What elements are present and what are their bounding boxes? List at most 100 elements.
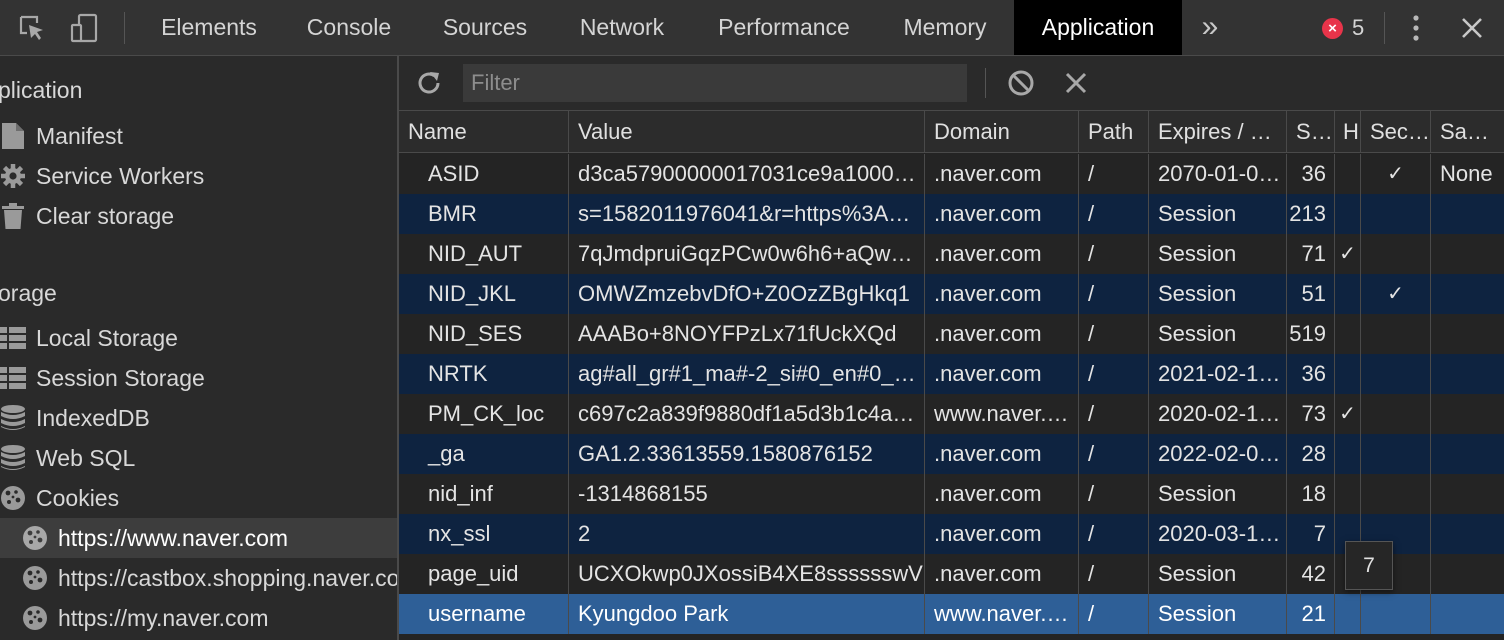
column-header-path[interactable]: Path: [1079, 111, 1149, 153]
cell-samesite: [1431, 194, 1504, 234]
table-row[interactable]: nid_inf -1314868155 .naver.com / Session 18: [399, 474, 1504, 514]
column-header-size[interactable]: Size: [1287, 111, 1335, 153]
table-row[interactable]: NID_SES AAABo+8NOYFPzLx71fUckXQd .naver.co…: [399, 314, 1504, 354]
column-header-name[interactable]: Name: [399, 111, 569, 153]
cell-samesite: [1431, 354, 1504, 394]
table-row[interactable]: username Kyungdoo Park www.naver.com / Sessi…: [399, 594, 1504, 634]
cell-name: page_uid: [399, 554, 569, 594]
cell-name: NRTK: [399, 354, 569, 394]
table-row[interactable]: PM_CK_loc c697c2a839f9880df1a5d3b1c4a8e2f…: [399, 394, 1504, 434]
column-header-domain[interactable]: Domain: [925, 111, 1079, 153]
table-row[interactable]: ASIDd3ca57900000017031ce9a10000000e5.nav…: [399, 154, 1504, 194]
cell-value: c697c2a839f9880df1a5d3b1c4a8e2f0: [569, 394, 925, 434]
cell-httponly: ✓: [1335, 234, 1361, 274]
cell-domain: www.naver.com: [925, 394, 1079, 434]
cell-value: AAABo+8NOYFPzLx71fUckXQd: [569, 314, 925, 354]
sidebar-item-label: Manifest: [36, 122, 123, 149]
tab-performance[interactable]: Performance: [696, 0, 872, 55]
column-header-expires[interactable]: Expires / Max-Age: [1149, 111, 1287, 153]
cell-size: 7: [1287, 514, 1335, 554]
sidebar-item-cookie-site-my-naver[interactable]: https://my.naver.com: [0, 598, 397, 638]
table-row[interactable]: NRTK ag#all_gr#1_ma#-2_si#0_en#0_sp#0 .nav…: [399, 354, 1504, 394]
cell-name: ASID: [399, 154, 569, 194]
sidebar-item-indexeddb[interactable]: IndexedDB: [0, 398, 397, 438]
cell-samesite: [1431, 434, 1504, 474]
device-toolbar-icon[interactable]: [66, 10, 102, 46]
cell-samesite: [1431, 234, 1504, 274]
table-row[interactable]: page_uid UCXOkwp0JXossiB4XE8sssssswV .nave…: [399, 554, 1504, 594]
close-icon[interactable]: [1454, 10, 1490, 46]
cell-tooltip: 7: [1345, 541, 1393, 590]
trash-icon: [0, 203, 26, 229]
table-row[interactable]: _ga GA1.2.33613559.1580876152 .naver.com/2…: [399, 434, 1504, 474]
cell-domain: .naver.com: [925, 434, 1079, 474]
sidebar-item-manifest[interactable]: Manifest: [0, 116, 397, 156]
sidebar-item-web-sql[interactable]: Web SQL: [0, 438, 397, 478]
table-row[interactable]: nx_ssl2.naver.com/2020-03-19T07:46:16.00…: [399, 514, 1504, 554]
table-row[interactable]: NID_AUT 7qJmdpruiGqzPCw0w6h6+aQw8Fk .naver…: [399, 234, 1504, 274]
column-header-value[interactable]: Value: [569, 111, 925, 153]
cell-domain: .naver.com: [925, 234, 1079, 274]
sidebar-item-service-workers[interactable]: Service Workers: [0, 156, 397, 196]
sidebar-item-cookie-site-naver[interactable]: https://www.naver.com: [0, 518, 397, 558]
cell-samesite: [1431, 594, 1504, 634]
sidebar-item-clear-storage[interactable]: Clear storage: [0, 196, 397, 236]
delete-selected-icon[interactable]: [1058, 65, 1094, 101]
cell-value: -1314868155: [569, 474, 925, 514]
cell-size: 36: [1287, 154, 1335, 194]
cell-httponly: ✓: [1335, 394, 1361, 434]
cell-expires: Session: [1149, 474, 1287, 514]
cell-expires: Session: [1149, 314, 1287, 354]
inspect-element-icon[interactable]: [14, 10, 50, 46]
sidebar-item-label: https://www.naver.com: [58, 524, 289, 551]
sidebar-item-session-storage[interactable]: Session Storage: [0, 358, 397, 398]
cell-name: NID_SES: [399, 314, 569, 354]
cell-size: 51: [1287, 274, 1335, 314]
table-row[interactable]: BMRs=1582011976041&r=https%3A%2F%2Fm.blo…: [399, 194, 1504, 234]
sidebar-item-label: https://my.naver.com: [58, 604, 269, 631]
column-header-httponly[interactable]: HttpOnly: [1335, 111, 1361, 153]
cell-expires: Session: [1149, 554, 1287, 594]
cell-name: NID_JKL: [399, 274, 569, 314]
cell-httponly: [1335, 434, 1361, 474]
tab-memory[interactable]: Memory: [882, 0, 1008, 55]
tab-sources[interactable]: Sources: [422, 0, 548, 55]
refresh-icon[interactable]: [411, 65, 447, 101]
cell-domain: .naver.com: [925, 354, 1079, 394]
error-count: 5: [1352, 15, 1365, 40]
grid-icon: [0, 325, 26, 351]
cell-expires: 2070-01-01T00:00:00.000Z: [1149, 154, 1287, 194]
error-count-badge[interactable]: × 5: [1322, 14, 1364, 42]
sidebar-item-label: Web SQL: [36, 444, 136, 471]
cell-samesite: [1431, 274, 1504, 314]
table-row[interactable]: NID_JKL OMWZmzebvDfO+Z0OzZBgHkq1 .naver.co…: [399, 274, 1504, 314]
tab-elements[interactable]: Elements: [140, 0, 278, 55]
cell-domain: .naver.com: [925, 554, 1079, 594]
cell-secure: [1361, 594, 1431, 634]
cell-path: /: [1079, 594, 1149, 634]
filter-input[interactable]: [463, 64, 967, 102]
kebab-menu-icon[interactable]: [1398, 10, 1434, 46]
tab-network[interactable]: Network: [556, 0, 688, 55]
column-header-secure[interactable]: Secure: [1361, 111, 1431, 153]
sidebar-item-cookies[interactable]: Cookies: [0, 478, 397, 518]
cell-path: /: [1079, 274, 1149, 314]
cell-value: GA1.2.33613559.1580876152: [569, 434, 925, 474]
column-header-samesite[interactable]: SameSite: [1431, 111, 1504, 153]
clear-all-icon[interactable]: [1003, 65, 1039, 101]
more-tabs-button[interactable]: »: [1192, 0, 1228, 55]
toolbar-divider: [124, 12, 125, 44]
cell-path: /: [1079, 514, 1149, 554]
tab-application[interactable]: Application: [1014, 0, 1182, 55]
sidebar-item-cookie-site-castbox[interactable]: https://castbox.shopping.naver.com: [0, 558, 397, 598]
gear-icon: [0, 163, 26, 189]
sidebar-item-local-storage[interactable]: Local Storage: [0, 318, 397, 358]
cell-domain: .naver.com: [925, 314, 1079, 354]
cell-samesite: [1431, 314, 1504, 354]
cell-domain: .naver.com: [925, 274, 1079, 314]
cell-value: 2: [569, 514, 925, 554]
cell-domain: .naver.com: [925, 514, 1079, 554]
cell-secure: [1361, 394, 1431, 434]
cell-samesite: [1431, 514, 1504, 554]
tab-console[interactable]: Console: [286, 0, 412, 55]
